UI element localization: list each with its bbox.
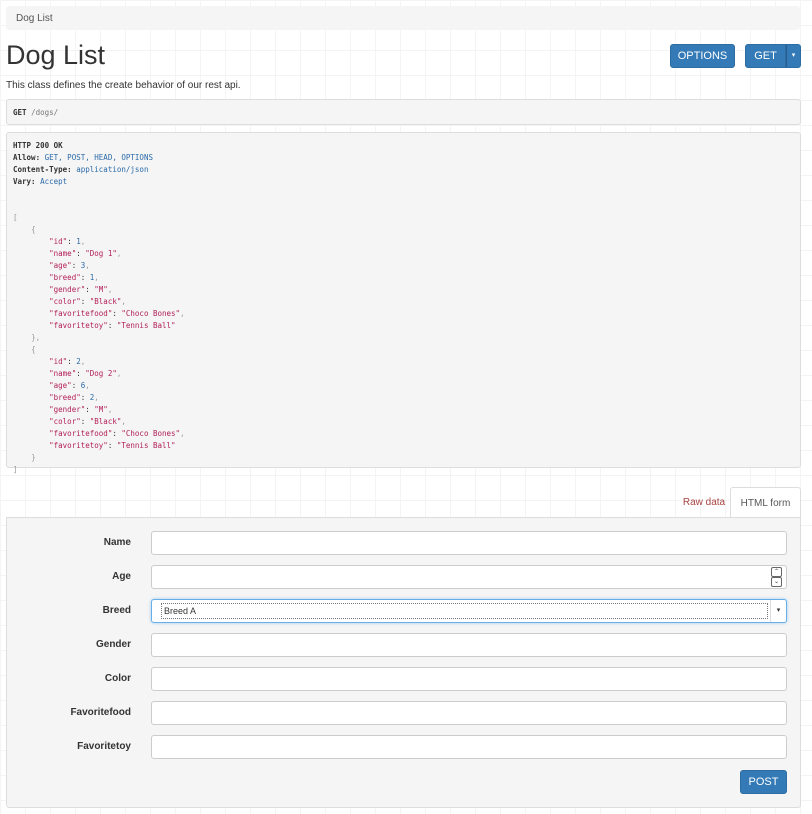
json-comma: ,: [80, 357, 86, 366]
header-value: Accept: [40, 177, 68, 186]
page-description: This class defines the create behavior o…: [6, 80, 241, 91]
breed-selected-value: Breed A: [161, 603, 768, 619]
json-key: "color": [49, 297, 81, 306]
json-comma: ,: [121, 297, 126, 306]
json-comma: ,: [107, 405, 113, 414]
form-row-breed: Breed Breed A ▾: [7, 599, 802, 623]
json-key: "name": [49, 369, 77, 378]
json-comma: ,: [80, 237, 86, 246]
age-spinner[interactable]: ⌃ ⌄: [771, 567, 782, 587]
breed-select[interactable]: Breed A ▾: [151, 599, 787, 623]
gender-label: Gender: [95, 639, 131, 650]
header-name: Vary:: [13, 177, 36, 186]
json-brace: },: [31, 333, 41, 342]
json-brace: }: [31, 453, 36, 462]
json-key: "favoritefood": [49, 309, 113, 318]
json-key: "breed": [49, 393, 81, 402]
json-key: "age": [49, 261, 72, 270]
favoritetoy-label: Favoritetoy: [77, 741, 131, 752]
header-value: GET, POST, HEAD, OPTIONS: [44, 153, 153, 162]
json-key: "name": [49, 249, 77, 258]
json-string: "Choco Bones": [121, 429, 181, 438]
breadcrumb-item[interactable]: Dog List: [16, 13, 53, 24]
json-comma: ,: [116, 249, 122, 258]
header-name: Allow:: [13, 153, 41, 162]
json-comma: ,: [180, 429, 185, 438]
response-info: HTTP 200 OK Allow: GET, POST, HEAD, OPTI…: [6, 132, 801, 474]
json-brace: {: [31, 225, 36, 234]
form-row-age: Age ⌃ ⌄: [7, 565, 802, 589]
form-row-favoritetoy: Favoritetoy: [7, 735, 802, 759]
header-name: Content-Type:: [13, 165, 72, 174]
age-input[interactable]: ⌃ ⌄: [151, 565, 787, 589]
json-key: "color": [49, 417, 81, 426]
json-string: "Dog 1": [85, 249, 117, 258]
json-brace: {: [31, 345, 36, 354]
json-string: "Black": [89, 417, 122, 426]
response-headers: Allow: GET, POST, HEAD, OPTIONS Content-…: [13, 153, 153, 186]
caret-down-icon: ▾: [791, 52, 796, 59]
json-comma: ,: [94, 273, 99, 282]
get-button[interactable]: GET: [745, 44, 786, 68]
color-input[interactable]: [151, 667, 787, 691]
page-title: Dog List: [6, 40, 106, 70]
json-string: "Tennis Ball": [116, 321, 176, 330]
request-path: /dogs/: [31, 108, 59, 117]
breadcrumb: Dog List: [6, 6, 800, 30]
header-value: application/json: [76, 165, 149, 174]
options-button[interactable]: OPTIONS: [670, 44, 735, 68]
response-body: [ { "id": 1, "name": "Dog 1", "age": 3, …: [13, 213, 185, 474]
json-key: "favoritefood": [49, 429, 113, 438]
name-input[interactable]: [151, 531, 787, 555]
get-format-dropdown-button[interactable]: ▾: [786, 44, 801, 68]
json-key: "gender": [49, 405, 86, 414]
json-key: "favoritetoy": [49, 321, 108, 330]
form-row-color: Color: [7, 667, 802, 691]
name-label: Name: [103, 537, 131, 548]
json-string: "Dog 2": [85, 369, 117, 378]
age-label: Age: [112, 571, 131, 582]
gender-input[interactable]: [151, 633, 787, 657]
json-comma: ,: [116, 369, 122, 378]
color-label: Color: [104, 673, 131, 684]
tab-raw-data[interactable]: Raw data: [672, 487, 736, 518]
json-key: "breed": [49, 273, 81, 282]
json-key: "id": [49, 237, 68, 246]
json-key: "age": [49, 381, 72, 390]
content-tabs: Raw data HTML form: [6, 487, 801, 518]
json-comma: ,: [121, 417, 126, 426]
json-comma: ,: [107, 285, 113, 294]
json-comma: ,: [94, 393, 99, 402]
response-status: HTTP 200 OK: [13, 141, 63, 150]
breed-label: Breed: [102, 605, 131, 616]
json-string: "Choco Bones": [121, 309, 181, 318]
json-string: "M": [94, 285, 108, 294]
json-string: "Black": [89, 297, 122, 306]
html-form: Name Age ⌃ ⌄ Breed Breed A ▾ Gender Colo…: [6, 517, 801, 808]
chevron-down-icon[interactable]: ▾: [770, 600, 786, 622]
form-row-name: Name: [7, 531, 802, 555]
form-row-gender: Gender: [7, 633, 802, 657]
json-bracket: [: [13, 213, 18, 222]
json-key: "gender": [49, 285, 86, 294]
json-bracket: ]: [13, 465, 18, 474]
spin-down-icon[interactable]: ⌄: [771, 577, 782, 587]
favoritefood-input[interactable]: [151, 701, 787, 725]
json-key: "favoritetoy": [49, 441, 108, 450]
request-info: GET /dogs/: [6, 99, 801, 125]
json-comma: ,: [85, 381, 90, 390]
json-comma: ,: [85, 261, 90, 270]
json-comma: ,: [180, 309, 185, 318]
json-string: "Tennis Ball": [116, 441, 176, 450]
request-method: GET: [13, 108, 27, 117]
favoritetoy-input[interactable]: [151, 735, 787, 759]
favoritefood-label: Favoritefood: [70, 707, 131, 718]
spin-up-icon[interactable]: ⌃: [771, 567, 782, 577]
post-button[interactable]: POST: [740, 770, 787, 794]
tab-html-form[interactable]: HTML form: [730, 487, 801, 518]
json-string: "M": [94, 405, 108, 414]
form-row-favoritefood: Favoritefood: [7, 701, 802, 725]
json-key: "id": [49, 357, 68, 366]
